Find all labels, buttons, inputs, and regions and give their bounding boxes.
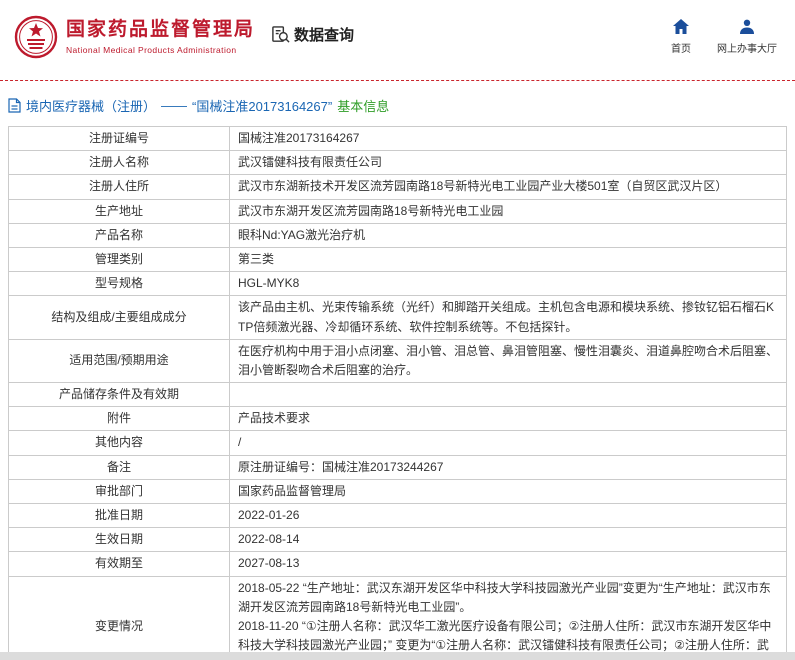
row-label: 注册人住所 xyxy=(9,175,230,199)
table-row: 注册证编号 国械注准20173164267 xyxy=(9,127,787,151)
breadcrumb-category[interactable]: 境内医疗器械（注册） xyxy=(26,96,156,115)
table-wrap: 注册证编号 国械注准20173164267 注册人名称 武汉镭健科技有限责任公司… xyxy=(0,126,795,660)
row-label: 产品名称 xyxy=(9,223,230,247)
registration-info-table: 注册证编号 国械注准20173164267 注册人名称 武汉镭健科技有限责任公司… xyxy=(8,126,787,660)
brand-text: 国家药品监督管理局 National Medical Products Admi… xyxy=(66,19,255,55)
row-label: 注册人名称 xyxy=(9,151,230,175)
row-value: 国械注准20173164267 xyxy=(230,127,787,151)
document-icon xyxy=(8,98,21,113)
table-row: 型号规格 HGL-MYK8 xyxy=(9,272,787,296)
row-value: HGL-MYK8 xyxy=(230,272,787,296)
org-name: 国家药品监督管理局 xyxy=(66,19,255,42)
table-row: 注册人住所 武汉市东湖新技术开发区流芳园南路18号新特光电工业园产业大楼501室… xyxy=(9,175,787,199)
table-row: 注册人名称 武汉镭健科技有限责任公司 xyxy=(9,151,787,175)
row-label: 其他内容 xyxy=(9,431,230,455)
row-label: 生效日期 xyxy=(9,528,230,552)
breadcrumb: 境内医疗器械（注册） —— “国械注准20173164267” 基本信息 xyxy=(0,81,795,126)
row-value: 2027-08-13 xyxy=(230,552,787,576)
row-label: 生产地址 xyxy=(9,199,230,223)
row-label: 管理类别 xyxy=(9,247,230,271)
org-name-en: National Medical Products Administration xyxy=(66,45,255,55)
breadcrumb-separator: —— xyxy=(161,98,187,113)
national-emblem-logo xyxy=(14,15,58,59)
site-header: 国家药品监督管理局 National Medical Products Admi… xyxy=(0,0,795,70)
user-icon xyxy=(740,19,754,37)
row-label: 附件 xyxy=(9,407,230,431)
row-value: / xyxy=(230,431,787,455)
row-value: 眼科Nd:YAG激光治疗机 xyxy=(230,223,787,247)
breadcrumb-suffix: 基本信息 xyxy=(337,96,389,115)
data-query-search-icon xyxy=(271,25,290,44)
table-row: 产品储存条件及有效期 xyxy=(9,383,787,407)
table-row: 适用范围/预期用途 在医疗机构中用于泪小点闭塞、泪小管、泪总管、鼻泪管阻塞、慢性… xyxy=(9,339,787,382)
table-row: 产品名称 眼科Nd:YAG激光治疗机 xyxy=(9,223,787,247)
row-label: 变更情况 xyxy=(9,576,230,660)
table-row: 生产地址 武汉市东湖开发区流芳园南路18号新特光电工业园 xyxy=(9,199,787,223)
row-value: 武汉市东湖开发区流芳园南路18号新特光电工业园 xyxy=(230,199,787,223)
home-icon xyxy=(673,19,689,37)
table-row: 有效期至 2027-08-13 xyxy=(9,552,787,576)
data-query-label: 数据查询 xyxy=(294,24,354,45)
nav-home-label: 首页 xyxy=(671,40,691,55)
footer-strip xyxy=(0,652,795,660)
row-value: 武汉市东湖新技术开发区流芳园南路18号新特光电工业园产业大楼501室（自贸区武汉… xyxy=(230,175,787,199)
row-value: 该产品由主机、光束传输系统（光纤）和脚踏开关组成。主机包含电源和模块系统、掺钕钇… xyxy=(230,296,787,339)
data-query-title: 数据查询 xyxy=(271,24,354,45)
row-value: 2022-08-14 xyxy=(230,528,787,552)
header-nav: 首页 网上办事大厅 xyxy=(671,19,777,55)
row-label: 适用范围/预期用途 xyxy=(9,339,230,382)
row-value: 2022-01-26 xyxy=(230,504,787,528)
row-value: 国家药品监督管理局 xyxy=(230,479,787,503)
row-value: 2018-05-22 “生产地址：武汉东湖开发区华中科技大学科技园激光产业园”变… xyxy=(230,576,787,660)
row-value: 武汉镭健科技有限责任公司 xyxy=(230,151,787,175)
row-label: 批准日期 xyxy=(9,504,230,528)
page: 国家药品监督管理局 National Medical Products Admi… xyxy=(0,0,795,660)
row-label: 备注 xyxy=(9,455,230,479)
table-row: 结构及组成/主要组成成分 该产品由主机、光束传输系统（光纤）和脚踏开关组成。主机… xyxy=(9,296,787,339)
breadcrumb-registration-number: “国械注准20173164267” xyxy=(192,96,332,115)
brand: 国家药品监督管理局 National Medical Products Admi… xyxy=(14,15,255,59)
row-value xyxy=(230,383,787,407)
row-label: 产品储存条件及有效期 xyxy=(9,383,230,407)
row-label: 注册证编号 xyxy=(9,127,230,151)
table-row: 批准日期 2022-01-26 xyxy=(9,504,787,528)
table-row: 变更情况 2018-05-22 “生产地址：武汉东湖开发区华中科技大学科技园激光… xyxy=(9,576,787,660)
table-row: 附件 产品技术要求 xyxy=(9,407,787,431)
table-row: 备注 原注册证编号：国械注准20173244267 xyxy=(9,455,787,479)
row-label: 结构及组成/主要组成成分 xyxy=(9,296,230,339)
row-label: 型号规格 xyxy=(9,272,230,296)
row-value: 第三类 xyxy=(230,247,787,271)
row-label: 审批部门 xyxy=(9,479,230,503)
table-row: 生效日期 2022-08-14 xyxy=(9,528,787,552)
row-value: 在医疗机构中用于泪小点闭塞、泪小管、泪总管、鼻泪管阻塞、慢性泪囊炎、泪道鼻腔吻合… xyxy=(230,339,787,382)
nav-service-hall[interactable]: 网上办事大厅 xyxy=(717,19,777,55)
row-value: 原注册证编号：国械注准20173244267 xyxy=(230,455,787,479)
nav-service-hall-label: 网上办事大厅 xyxy=(717,40,777,55)
row-label: 有效期至 xyxy=(9,552,230,576)
table-row: 管理类别 第三类 xyxy=(9,247,787,271)
nav-home[interactable]: 首页 xyxy=(671,19,691,55)
table-row: 审批部门 国家药品监督管理局 xyxy=(9,479,787,503)
table-row: 其他内容 / xyxy=(9,431,787,455)
row-value: 产品技术要求 xyxy=(230,407,787,431)
